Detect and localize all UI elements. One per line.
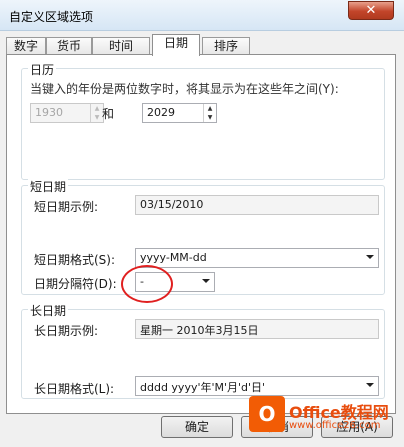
tab-panel: 日历 当键入的年份是两位数字时，将其显示为在这些年之间(Y): 1930 ▲ ▼ … bbox=[6, 54, 396, 414]
watermark-url: www.office26.com bbox=[289, 420, 381, 431]
tab-date[interactable]: 日期 bbox=[152, 34, 200, 56]
year-to-value: 2029 bbox=[147, 106, 175, 119]
long-date-group: 长日期 长日期示例: 星期一 2010年3月15日 长日期格式(L): dddd… bbox=[21, 302, 385, 399]
office-logo-icon: O bbox=[249, 396, 285, 432]
year-to-stepper[interactable]: 2029 ▲ ▼ bbox=[142, 103, 217, 123]
chevron-down-icon bbox=[366, 383, 374, 387]
ok-button[interactable]: 确定 bbox=[161, 416, 233, 438]
year-to-spin[interactable]: ▲ ▼ bbox=[203, 104, 216, 122]
year-from-value: 1930 bbox=[35, 106, 63, 119]
long-date-legend: 长日期 bbox=[28, 302, 69, 319]
short-date-format-value: yyyy-MM-dd bbox=[140, 251, 207, 264]
window-title: 自定义区域选项 bbox=[9, 10, 94, 24]
chevron-down-icon bbox=[366, 255, 374, 259]
calendar-legend: 日历 bbox=[28, 61, 57, 78]
long-date-sample-value: 星期一 2010年3月15日 bbox=[140, 324, 259, 337]
short-date-sample-field: 03/15/2010 bbox=[135, 195, 379, 215]
short-date-sample-value: 03/15/2010 bbox=[140, 198, 204, 211]
two-digit-year-label: 当键入的年份是两位数字时，将其显示为在这些年之间(Y): bbox=[30, 82, 339, 96]
short-date-group: 短日期 短日期示例: 03/15/2010 短日期格式(S): yyyy-MM-… bbox=[21, 178, 385, 295]
close-button[interactable]: ✕ bbox=[348, 1, 394, 20]
short-date-legend: 短日期 bbox=[28, 178, 69, 195]
calendar-group: 日历 当键入的年份是两位数字时，将其显示为在这些年之间(Y): 1930 ▲ ▼ … bbox=[21, 61, 385, 180]
watermark: O Office教程网 www.office26.com bbox=[227, 393, 404, 447]
tab-number[interactable]: 数字 bbox=[6, 37, 46, 55]
long-date-sample-label: 长日期示例: bbox=[34, 324, 99, 338]
tab-currency[interactable]: 货币 bbox=[46, 37, 92, 55]
tab-sort[interactable]: 排序 bbox=[202, 37, 250, 55]
short-date-sample-label: 短日期示例: bbox=[34, 200, 99, 214]
chevron-down-icon bbox=[202, 279, 210, 283]
and-label: 和 bbox=[102, 107, 115, 121]
year-from-stepper: 1930 ▲ ▼ bbox=[30, 103, 104, 123]
title-bar: 自定义区域选项 ✕ bbox=[0, 0, 404, 31]
annotation-circle bbox=[121, 265, 173, 303]
short-date-format-label: 短日期格式(S): bbox=[34, 253, 116, 267]
long-date-sample-field: 星期一 2010年3月15日 bbox=[135, 319, 379, 339]
tab-time[interactable]: 时间 bbox=[92, 37, 150, 55]
short-date-format-combo[interactable]: yyyy-MM-dd bbox=[135, 248, 379, 268]
date-separator-label: 日期分隔符(D): bbox=[34, 277, 117, 291]
close-icon: ✕ bbox=[365, 3, 377, 18]
long-date-format-label: 长日期格式(L): bbox=[34, 382, 115, 396]
